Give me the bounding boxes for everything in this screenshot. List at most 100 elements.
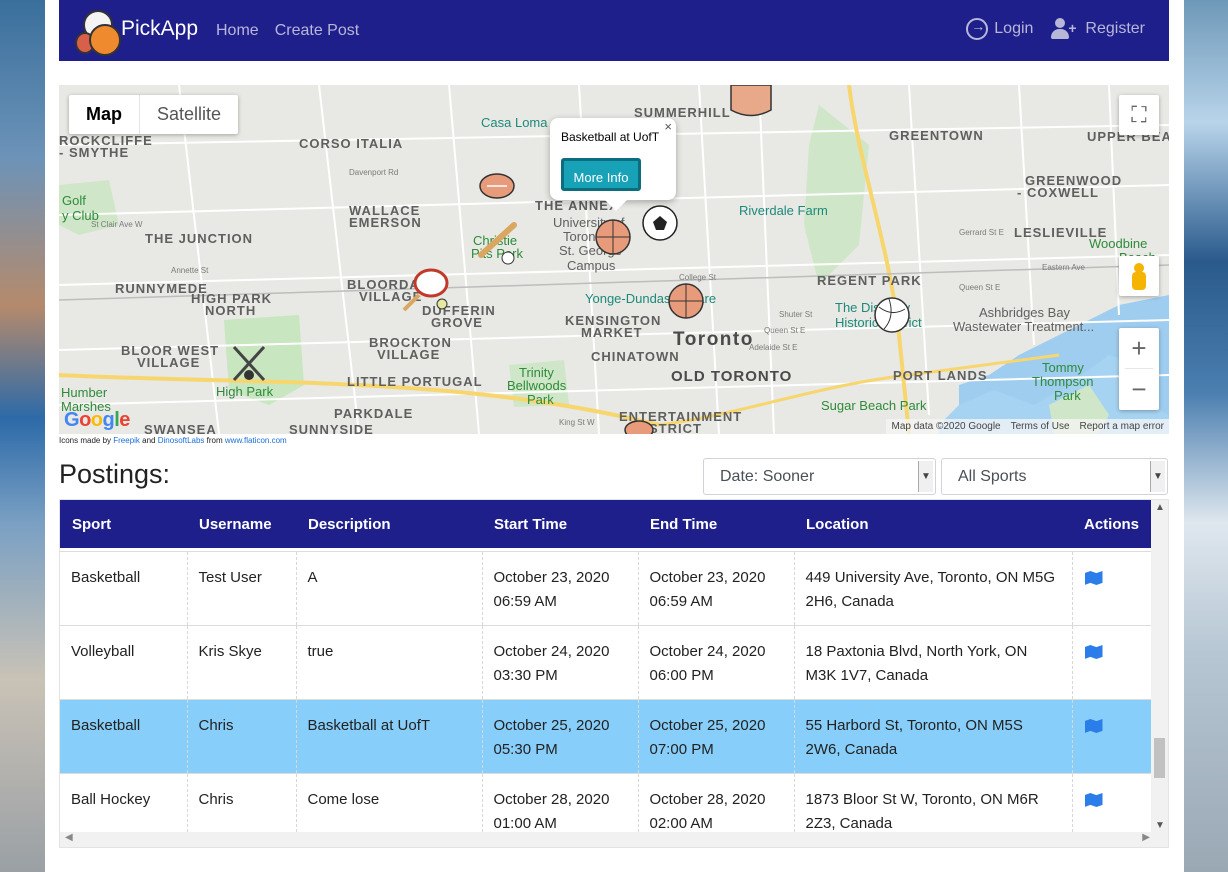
end-time: 06:59 AM <box>649 593 713 610</box>
start-date: October 25, 2020 <box>493 717 610 734</box>
map-location-icon[interactable] <box>1084 793 1103 807</box>
chevron-down-icon: ▼ <box>1150 461 1165 492</box>
column-header-username[interactable]: Username <box>187 500 296 548</box>
table-row[interactable]: Basketball Test User A October 23, 2020 0… <box>60 551 1153 626</box>
postings-title: Postings: <box>59 459 171 489</box>
horizontal-scrollbar[interactable]: ◀ ▶ <box>60 832 1168 847</box>
login-link[interactable]: Login <box>966 18 1033 40</box>
nav-home-link[interactable]: Home <box>216 22 259 40</box>
close-icon[interactable]: × <box>664 119 672 134</box>
nav-links: Home Create Post <box>216 22 359 40</box>
start-date: October 23, 2020 <box>493 569 610 586</box>
fullscreen-icon: ⛶ <box>1131 102 1147 127</box>
brand[interactable]: PickApp <box>73 6 198 56</box>
end-date: October 28, 2020 <box>649 791 766 808</box>
logo-letter: g <box>102 409 115 431</box>
poi-label: Tommy <box>1042 360 1084 375</box>
table-row[interactable]: Volleyball Kris Skye true October 24, 20… <box>60 625 1153 700</box>
boxing-glove-marker-icon[interactable] <box>730 85 772 117</box>
scroll-right-icon[interactable]: ▶ <box>1142 832 1150 843</box>
column-header-description[interactable]: Description <box>296 500 482 548</box>
logo-letter: o <box>90 409 103 431</box>
start-time: 03:30 PM <box>493 667 558 684</box>
street-label: King St W <box>559 418 595 427</box>
nav-create-post-link[interactable]: Create Post <box>275 22 359 40</box>
city-labels: Toronto <box>673 329 752 350</box>
scroll-thumb[interactable] <box>1154 738 1165 778</box>
map-label: LITTLE PORTUGAL <box>347 374 483 389</box>
map[interactable]: SUMMERHILL ROCKCLIFFE - SMYTHE CORSO ITA… <box>59 85 1169 434</box>
basketball-marker-icon[interactable] <box>668 283 704 319</box>
soccer-marker-icon[interactable] <box>642 205 678 241</box>
scroll-up-icon[interactable]: ▲ <box>1155 502 1165 513</box>
cell-actions <box>1072 700 1153 774</box>
map-type-satellite-button[interactable]: Satellite <box>140 95 238 134</box>
postings-table: Sport Username Description Start Time En… <box>60 500 1153 847</box>
sports-balls-logo-icon <box>73 6 121 56</box>
poi-label: Humber <box>61 385 108 400</box>
street-label: Gerrard St E <box>959 228 1004 237</box>
more-info-button[interactable]: More Info <box>561 158 641 191</box>
register-link[interactable]: + Register <box>1049 18 1145 40</box>
scroll-down-icon[interactable]: ▼ <box>1155 820 1165 831</box>
page-content: PickApp Home Create Post Login + Registe… <box>45 0 1184 872</box>
sport-filter-select[interactable]: All Sports ▼ <box>941 458 1168 495</box>
map-label: THE JUNCTION <box>145 231 253 246</box>
postings-table-container[interactable]: Sport Username Description Start Time En… <box>59 499 1169 848</box>
vertical-scrollbar[interactable]: ▲ ▼ <box>1151 500 1168 833</box>
cell-start-time: October 24, 2020 03:30 PM <box>482 625 639 700</box>
column-header-location[interactable]: Location <box>794 500 1072 548</box>
street-label: Shuter St <box>779 310 813 319</box>
poi-label: Campus <box>567 258 616 273</box>
report-map-error-link[interactable]: Report a map error <box>1075 419 1169 434</box>
volleyball-marker-icon[interactable] <box>874 297 910 333</box>
freepik-link[interactable]: Freepik <box>113 436 140 445</box>
street-view-pegman-button[interactable] <box>1119 256 1159 296</box>
column-header-start-time[interactable]: Start Time <box>482 500 638 548</box>
logo-letter: o <box>79 409 91 431</box>
zoom-in-button[interactable]: + <box>1119 328 1159 368</box>
street-label: St Clair Ave W <box>91 220 143 229</box>
map-label: MARKET <box>581 325 643 340</box>
poi-label: Casa Loma <box>481 115 548 130</box>
chevron-down-icon: ▼ <box>918 461 933 492</box>
fullscreen-button[interactable]: ⛶ <box>1119 95 1159 135</box>
poi-label: Golf <box>62 193 86 208</box>
scroll-left-icon[interactable]: ◀ <box>65 832 73 843</box>
flaticon-link[interactable]: www.flaticon.com <box>225 436 287 445</box>
zoom-out-button[interactable]: − <box>1119 369 1159 409</box>
terms-of-use-link[interactable]: Terms of Use <box>1006 419 1075 434</box>
poi-label: Ashbridges Bay <box>979 305 1071 320</box>
map-location-icon[interactable] <box>1084 571 1103 585</box>
end-time: 06:00 PM <box>649 667 714 684</box>
street-label: Annette St <box>171 266 209 275</box>
poi-label: Riverdale Farm <box>739 203 828 218</box>
table-row-selected[interactable]: Basketball Chris Basketball at UofT Octo… <box>60 699 1153 774</box>
cell-description: true <box>296 625 483 700</box>
football-marker-icon[interactable] <box>479 173 515 199</box>
date-sort-select[interactable]: Date: Sooner ▼ <box>703 458 936 495</box>
map-label: NORTH <box>205 303 256 318</box>
end-date: October 24, 2020 <box>649 643 766 660</box>
marker-partial-icon[interactable] <box>624 420 654 434</box>
background-left <box>0 0 45 872</box>
info-window-title: Basketball at UofT <box>561 130 660 144</box>
map-location-icon[interactable] <box>1084 645 1103 659</box>
column-header-end-time[interactable]: End Time <box>638 500 794 548</box>
map-label: REGENT PARK <box>817 273 922 288</box>
map-label: CORSO ITALIA <box>299 136 403 151</box>
column-header-sport[interactable]: Sport <box>60 500 187 548</box>
map-type-map-button[interactable]: Map <box>69 95 140 134</box>
street-label: Queen St E <box>764 326 805 335</box>
map-location-icon[interactable] <box>1084 719 1103 733</box>
cell-sport: Basketball <box>60 551 188 626</box>
end-time: 07:00 PM <box>649 741 714 758</box>
start-date: October 24, 2020 <box>493 643 610 660</box>
basketball-marker-icon[interactable] <box>595 219 631 255</box>
column-header-actions: Actions <box>1084 515 1140 533</box>
cell-actions <box>1072 552 1153 626</box>
google-logo[interactable]: Google <box>64 409 130 432</box>
street-label: Adelaide St E <box>749 343 797 352</box>
logo-letter: e <box>119 409 130 431</box>
dinosoftlabs-link[interactable]: DinosoftLabs <box>158 436 205 445</box>
